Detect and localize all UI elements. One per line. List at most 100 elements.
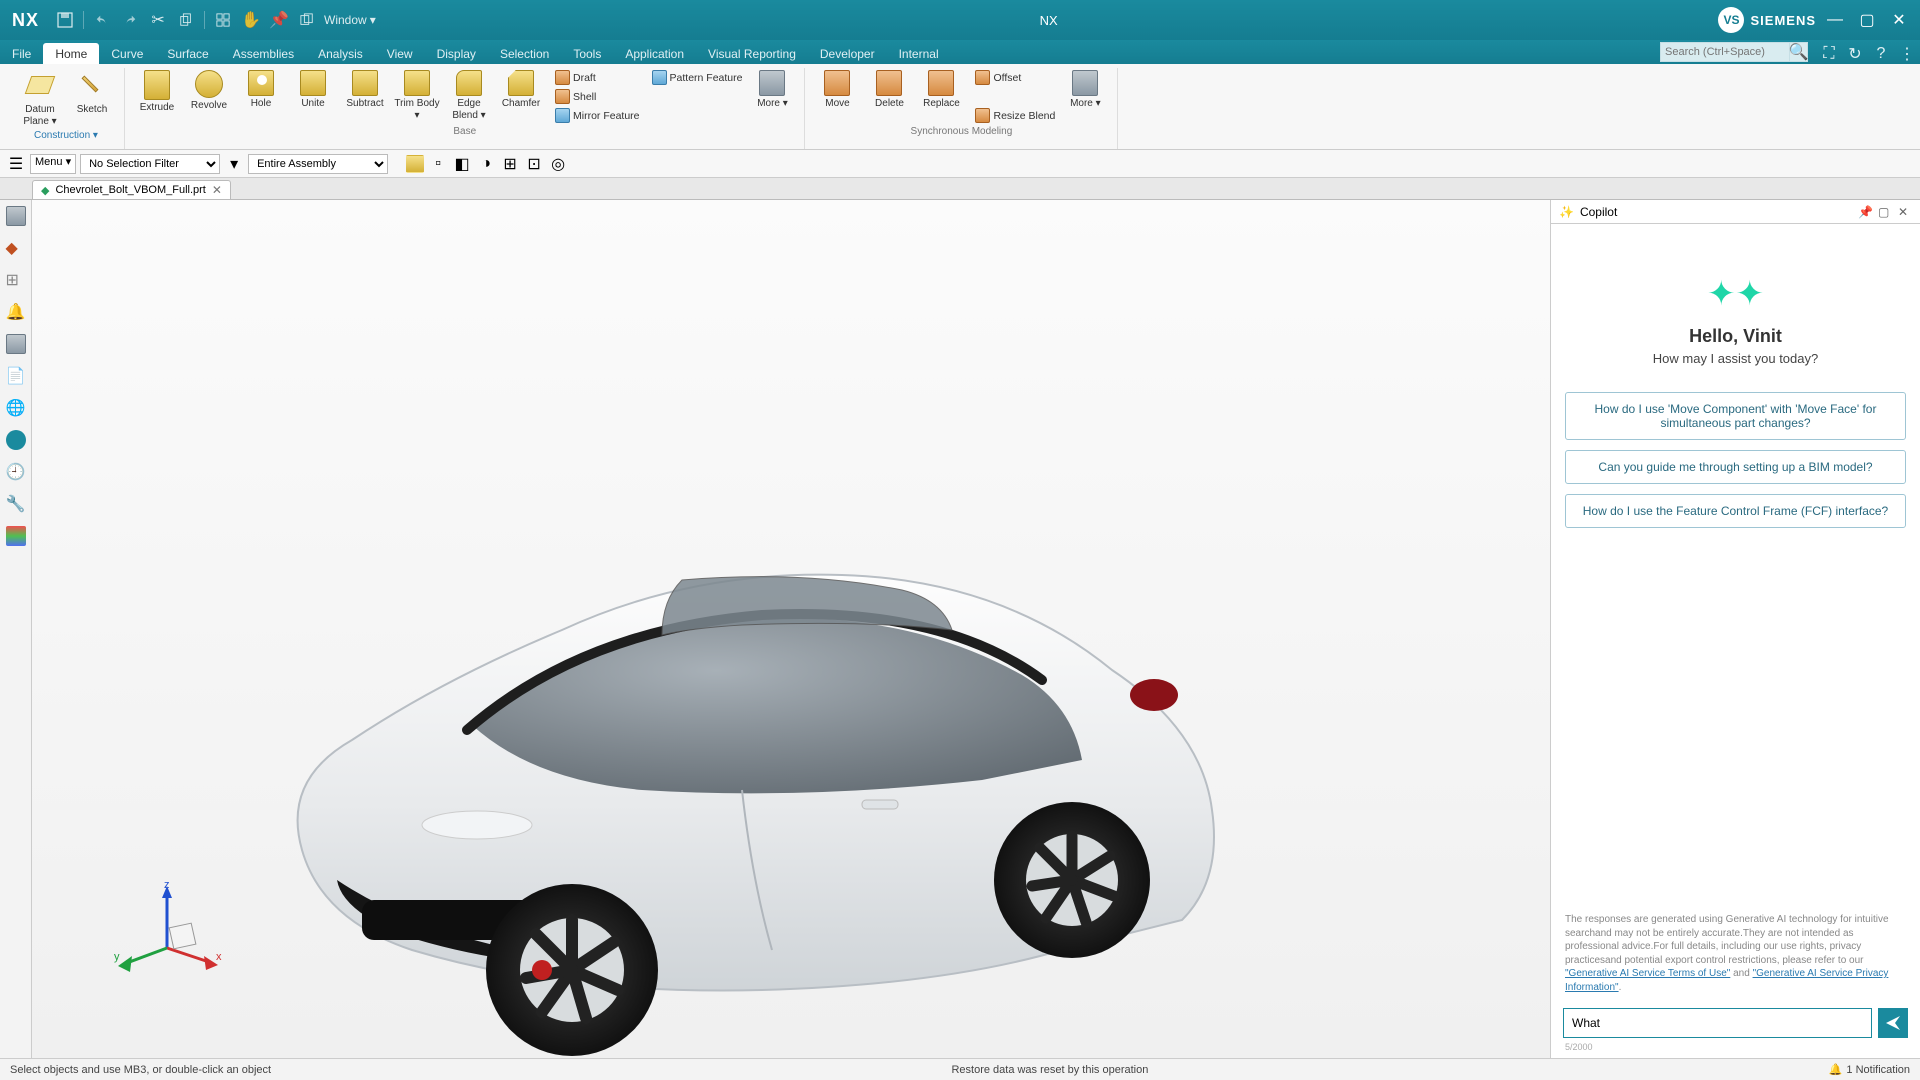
delete-face-button[interactable]: Delete [863,68,915,125]
copy-icon[interactable] [175,9,197,31]
copilot-input[interactable] [1563,1008,1872,1038]
window-title: NX [379,13,1719,28]
main-area: ◆ ⊞ 🔔 📄 🌐 🕘 🔧 [0,200,1920,1058]
datum-plane-button[interactable]: Datum Plane ▾ [14,68,66,129]
command-search-input[interactable] [1660,42,1790,62]
res-browser-icon[interactable]: 🌐 [6,398,26,418]
res-palette-icon[interactable] [6,526,26,546]
bell-icon: 🔔 [1829,1063,1843,1076]
fullscreen-icon[interactable]: ⛶ [1819,44,1839,64]
res-clock-icon[interactable]: 🕘 [6,462,26,482]
unite-button[interactable]: Unite [287,68,339,125]
menu-more-icon[interactable]: ⋮ [1897,44,1917,64]
tab-close-icon[interactable]: ✕ [212,183,222,197]
filter-icon[interactable]: ▾ [224,154,244,174]
menu-home[interactable]: Home [43,43,99,64]
cut-icon[interactable]: ✂ [147,9,169,31]
user-avatar[interactable]: VS [1718,7,1744,33]
edge-blend-button[interactable]: Edge Blend ▾ [443,68,495,125]
sel-tool-1[interactable] [406,155,424,173]
minimize-button[interactable]: ― [1824,11,1846,29]
help-icon[interactable]: ? [1871,44,1891,64]
pattern-feature-button[interactable]: Pattern Feature [648,68,747,87]
sel-tool-7[interactable]: ◎ [548,154,568,174]
menu-dropdown-icon[interactable]: ☰ [6,154,26,174]
menu-surface[interactable]: Surface [155,43,220,64]
menu-selection[interactable]: Selection [488,43,561,64]
menu-view[interactable]: View [375,43,425,64]
menu-internal[interactable]: Internal [887,43,951,64]
chamfer-button[interactable]: Chamfer [495,68,547,125]
touch-icon[interactable]: ✋ [240,9,262,31]
close-button[interactable]: ✕ [1888,11,1910,29]
suggestion-2[interactable]: Can you guide me through setting up a BI… [1565,450,1906,484]
trim-body-button[interactable]: Trim Body ▾ [391,68,443,125]
graphics-viewport[interactable]: z x y [32,200,1550,1058]
sel-tool-3[interactable]: ◧ [452,154,472,174]
group-label-construction[interactable]: Construction ▾ [34,129,98,141]
maximize-button[interactable]: ▢ [1856,11,1878,29]
undo-icon[interactable] [91,9,113,31]
menu-analysis[interactable]: Analysis [306,43,375,64]
extrude-button[interactable]: Extrude [131,68,183,125]
menu-assemblies[interactable]: Assemblies [221,43,306,64]
offset-button[interactable]: Offset [971,68,1059,87]
selection-filter-dropdown[interactable]: No Selection Filter [80,154,220,174]
res-bell-icon[interactable]: 🔔 [6,302,26,322]
res-part-icon[interactable]: ◆ [6,238,26,258]
selection-bar: ☰ Menu ▾ No Selection Filter ▾ Entire As… [0,150,1920,178]
sync-more-button[interactable]: More ▾ [1059,68,1111,125]
refresh-icon[interactable]: ↻ [1845,44,1865,64]
save-icon[interactable] [54,9,76,31]
selection-scope-dropdown[interactable]: Entire Assembly [248,154,388,174]
res-history-icon[interactable] [6,334,26,354]
copilot-pin-icon[interactable]: 📌 [1858,205,1872,219]
base-more-button[interactable]: More ▾ [746,68,798,125]
send-button[interactable] [1878,1008,1908,1038]
subtract-button[interactable]: Subtract [339,68,391,125]
menu-visual-reporting[interactable]: Visual Reporting [696,43,808,64]
copilot-close-icon[interactable]: ✕ [1898,205,1912,219]
mirror-feature-button[interactable]: Mirror Feature [551,106,644,125]
document-tab[interactable]: ◆ Chevrolet_Bolt_VBOM_Full.prt ✕ [32,180,231,199]
menu-display[interactable]: Display [425,43,488,64]
menu-developer[interactable]: Developer [808,43,887,64]
sel-tool-6[interactable]: ⊡ [524,154,544,174]
revolve-button[interactable]: Revolve [183,68,235,125]
windows-icon[interactable] [296,9,318,31]
draft-button[interactable]: Draft [551,68,644,87]
menu-application[interactable]: Application [613,43,696,64]
app-logo: NX [0,10,51,31]
char-count: 5/2000 [1551,1042,1920,1058]
resize-blend-button[interactable]: Resize Blend [971,106,1059,125]
menu-file[interactable]: File [0,43,43,64]
terms-link[interactable]: "Generative AI Service Terms of Use" [1565,968,1730,979]
sel-tool-4[interactable]: ◑ [476,154,496,174]
res-tools-icon[interactable]: 🔧 [6,494,26,514]
res-assembly-icon[interactable]: ⊞ [6,270,26,290]
front-wheel [486,884,658,1056]
copilot-max-icon[interactable]: ▢ [1878,205,1892,219]
search-icon[interactable]: 🔍 [1790,42,1808,62]
window-dropdown[interactable]: Window ▾ [324,9,376,31]
suggestion-1[interactable]: How do I use 'Move Component' with 'Move… [1565,392,1906,440]
res-navigator-icon[interactable] [6,206,26,226]
suggestion-3[interactable]: How do I use the Feature Control Frame (… [1565,494,1906,528]
notification-button[interactable]: 🔔 1 Notification [1829,1063,1910,1076]
shell-button[interactable]: Shell [551,87,644,106]
menu-tools[interactable]: Tools [561,43,613,64]
res-globe-icon[interactable] [6,430,26,450]
sel-tool-5[interactable]: ⊞ [500,154,520,174]
redo-icon[interactable] [119,9,141,31]
move-face-button[interactable]: Move [811,68,863,125]
sel-tool-2[interactable]: ▫ [428,154,448,174]
replace-face-button[interactable]: Replace [915,68,967,125]
menu-curve[interactable]: Curve [99,43,155,64]
menu-dropdown[interactable]: Menu ▾ [30,154,76,174]
res-doc-icon[interactable]: 📄 [6,366,26,386]
view-triad[interactable]: z x y [112,878,232,988]
hole-button[interactable]: Hole [235,68,287,125]
grid-icon[interactable] [212,9,234,31]
pin-icon[interactable]: 📌 [268,9,290,31]
sketch-button[interactable]: Sketch [66,68,118,129]
